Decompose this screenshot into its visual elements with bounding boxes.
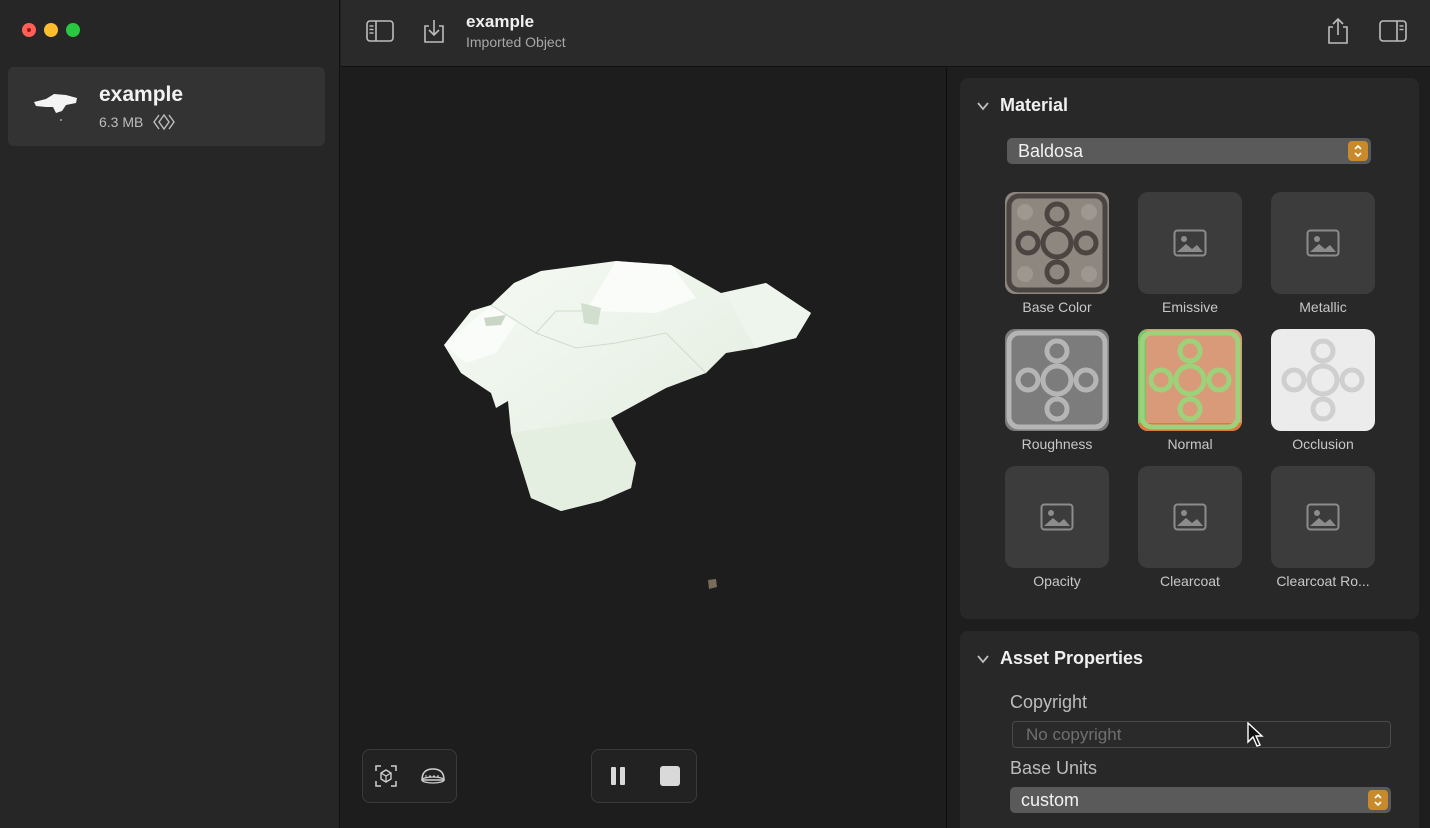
asset-properties-title: Asset Properties — [1000, 648, 1144, 668]
texture-label: Opacity — [1033, 573, 1081, 589]
pause-icon[interactable] — [603, 761, 633, 791]
texture-thumbnail — [1271, 466, 1375, 568]
image-placeholder-icon — [1040, 503, 1074, 531]
asset-properties-header[interactable]: Asset Properties — [976, 648, 1143, 669]
texture-slot-occlusion[interactable]: Occlusion — [1271, 329, 1375, 452]
image-placeholder-icon — [1173, 229, 1207, 257]
base-units-value: custom — [1021, 789, 1080, 810]
3d-viewport[interactable] — [341, 68, 947, 828]
texture-slot-opacity[interactable]: Opacity — [1005, 466, 1109, 589]
texture-label: Occlusion — [1292, 436, 1354, 452]
share-icon[interactable] — [1323, 17, 1353, 44]
material-header[interactable]: Material — [976, 95, 1068, 116]
focus-icon[interactable] — [371, 761, 401, 791]
toolbar: example Imported Object — [341, 0, 1430, 67]
maximize-window-button[interactable] — [66, 23, 80, 37]
asset-thumbnail — [34, 94, 77, 121]
texture-slot-roughness[interactable]: Roughness — [1005, 329, 1109, 452]
inspector-toggle-icon[interactable] — [1378, 18, 1408, 44]
texture-slot-base-color[interactable]: Base Color — [1005, 192, 1109, 315]
minimize-window-button[interactable] — [44, 23, 58, 37]
material-select[interactable]: Baldosa — [1007, 138, 1371, 164]
image-placeholder-icon — [1173, 503, 1207, 531]
light-gizmo[interactable] — [706, 578, 718, 590]
ground-plane-icon[interactable] — [418, 761, 448, 791]
texture-label: Roughness — [1021, 436, 1093, 452]
material-panel: Material Baldosa Base Color Emissive Met… — [960, 78, 1419, 619]
texture-thumbnail — [1271, 329, 1375, 431]
asset-meta: 6.3 MB — [99, 113, 176, 131]
ar-quicklook-icon — [153, 113, 176, 131]
base-units-label: Base Units — [1010, 758, 1098, 778]
texture-label: Clearcoat Ro... — [1276, 573, 1370, 589]
sidebar: example 6.3 MB — [0, 0, 340, 828]
texture-slot-normal[interactable]: Normal — [1138, 329, 1242, 452]
view-controls — [362, 749, 457, 803]
texture-label: Normal — [1167, 436, 1213, 452]
playback-controls — [591, 749, 697, 803]
base-units-select[interactable]: custom — [1010, 787, 1391, 813]
texture-thumbnail — [1138, 192, 1242, 294]
texture-label: Base Color — [1022, 299, 1092, 315]
chevron-down-icon — [977, 654, 989, 663]
select-stepper-icon — [1368, 790, 1388, 810]
texture-slot-emissive[interactable]: Emissive — [1138, 192, 1242, 315]
image-placeholder-icon — [1306, 503, 1340, 531]
texture-slot-clearcoat[interactable]: Clearcoat — [1138, 466, 1242, 589]
close-window-button[interactable] — [22, 23, 36, 37]
inspector: Material Baldosa Base Color Emissive Met… — [948, 68, 1430, 828]
copyright-placeholder: No copyright — [1026, 725, 1122, 744]
texture-thumbnail — [1271, 192, 1375, 294]
texture-label: Emissive — [1161, 299, 1218, 315]
asset-size: 6.3 MB — [99, 114, 144, 130]
texture-thumbnail — [1138, 466, 1242, 568]
asset-name: example — [99, 83, 184, 106]
texture-label: Metallic — [1299, 299, 1347, 315]
mouse-cursor-icon — [1247, 722, 1264, 747]
image-placeholder-icon — [1306, 229, 1340, 257]
texture-thumbnail — [1005, 329, 1109, 431]
sidebar-toggle-icon[interactable] — [365, 18, 395, 44]
chevron-down-icon — [977, 101, 989, 110]
texture-thumbnail — [1138, 329, 1242, 431]
texture-slot-clearcoat-roughness[interactable]: Clearcoat Ro... — [1271, 466, 1375, 589]
window-title: example — [466, 12, 535, 31]
download-icon[interactable] — [419, 18, 449, 44]
asset-properties-panel: Asset Properties Copyright No copyright … — [960, 631, 1419, 828]
3d-model[interactable] — [436, 253, 816, 513]
texture-label: Clearcoat — [1160, 573, 1220, 589]
select-stepper-icon — [1348, 141, 1368, 161]
copyright-label: Copyright — [1010, 692, 1088, 712]
texture-thumbnail — [1005, 192, 1109, 294]
copyright-field[interactable]: No copyright — [1012, 721, 1391, 748]
texture-thumbnail — [1005, 466, 1109, 568]
stop-icon[interactable] — [655, 761, 685, 791]
texture-slot-metallic[interactable]: Metallic — [1271, 192, 1375, 315]
material-select-value: Baldosa — [1018, 140, 1084, 161]
window-subtitle: Imported Object — [466, 34, 566, 50]
material-title: Material — [1000, 95, 1069, 115]
sidebar-item-example[interactable]: example 6.3 MB — [8, 67, 325, 146]
window-controls — [22, 23, 80, 37]
